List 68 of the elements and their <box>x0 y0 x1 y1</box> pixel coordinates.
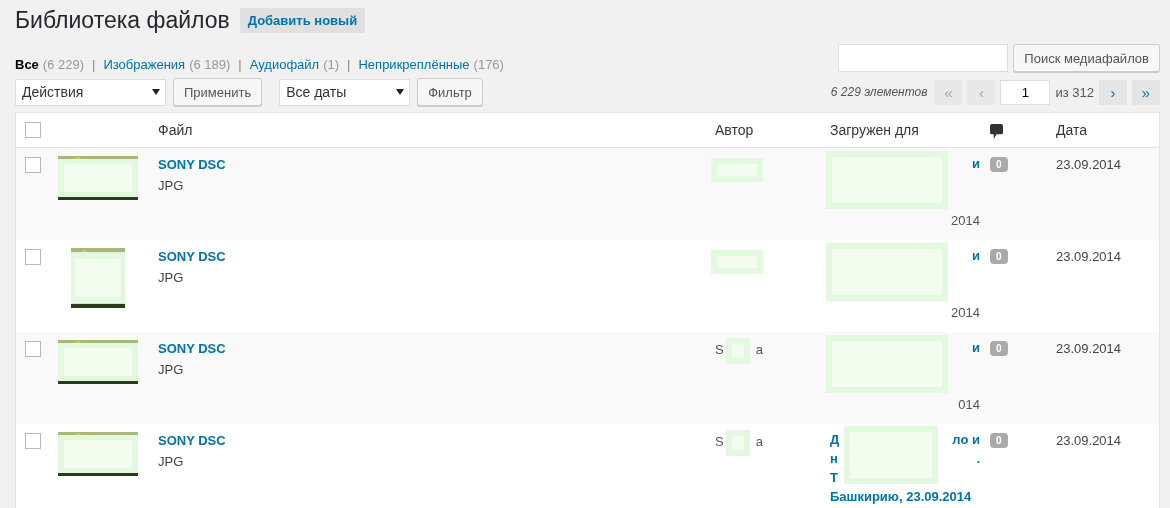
dropdown[interactable]: Все даты <box>279 78 411 106</box>
filter-count: (1) <box>323 57 340 72</box>
file-title-link[interactable]: SONY DSC <box>158 433 226 448</box>
dropdown[interactable]: Действия <box>15 78 166 106</box>
search-button[interactable]: Поиск медиафайлов <box>1013 44 1160 72</box>
file-type: JPG <box>158 362 184 377</box>
uploaded-to-text[interactable]: ло и <box>952 430 980 449</box>
search-field[interactable] <box>838 44 1009 72</box>
last-page-button[interactable]: » <box>1132 79 1160 105</box>
filter-count: (176) <box>473 57 504 72</box>
date-cell-text: 23.09.2014 <box>1056 340 1123 356</box>
comment-icon[interactable] <box>990 123 1003 139</box>
author-link[interactable]: S <box>715 432 724 451</box>
uploaded-to-text[interactable]: Т <box>830 468 838 487</box>
author-link[interactable]: a <box>755 432 763 451</box>
file-title-link[interactable]: SONY DSC <box>158 249 226 264</box>
column-header[interactable]: Дата <box>1056 122 1087 138</box>
date-cell-text: 23.09.2014 <box>1056 248 1123 264</box>
separator: | <box>92 57 96 72</box>
author-link[interactable]: a <box>755 340 763 359</box>
filter-count: (6 229) <box>42 57 85 72</box>
uploaded-to-text[interactable]: Башкирию, 23.09.2014 <box>830 487 972 506</box>
date-cell-text: 23.09.2014 <box>1056 156 1123 172</box>
page-title: Библиотека файлов <box>15 6 230 34</box>
filter-count: (6 189) <box>189 57 231 72</box>
file-type: JPG <box>158 270 184 285</box>
row-checkbox[interactable] <box>25 249 41 265</box>
uploaded-to-text[interactable]: и <box>972 338 980 357</box>
caret-icon <box>152 89 160 95</box>
row-checkbox[interactable] <box>25 157 41 173</box>
filter-link[interactable]: Изображения <box>103 57 186 72</box>
file-title-link[interactable]: SONY DSC <box>158 157 226 172</box>
next-page-button[interactable]: › <box>1099 79 1127 105</box>
column-header[interactable]: Файл <box>158 122 193 138</box>
uploaded-to-text[interactable]: и <box>972 154 980 173</box>
uploaded-to-text: 2014 <box>951 212 980 230</box>
column-header[interactable]: Загружен для <box>830 122 919 138</box>
file-type: JPG <box>158 454 184 469</box>
redaction-box <box>711 250 763 274</box>
uploaded-to-text: 2014 <box>951 304 980 322</box>
page-field[interactable]: 1 <box>1000 79 1051 105</box>
uploaded-to-text: 014 <box>958 396 980 414</box>
file-type: JPG <box>158 178 184 193</box>
author-link[interactable]: S <box>715 340 724 359</box>
filter-button[interactable]: Фильтр <box>417 78 483 106</box>
date-cell-text: 23.09.2014 <box>1056 432 1123 448</box>
filter-link[interactable]: Все <box>15 57 39 72</box>
column-header[interactable]: Автор <box>715 122 754 138</box>
separator: | <box>238 57 242 72</box>
separator: | <box>347 57 351 72</box>
item-count: 6 229 элементов <box>830 85 928 99</box>
total-pages: из 312 <box>1055 84 1094 100</box>
select-all-checkbox[interactable] <box>25 122 41 138</box>
redaction-box <box>726 430 750 456</box>
apply-button[interactable]: Применить <box>173 78 263 106</box>
row-checkbox[interactable] <box>25 341 41 357</box>
row-checkbox[interactable] <box>25 433 41 449</box>
add-new-button[interactable]: Добавить новый <box>239 7 366 33</box>
redaction-box <box>711 158 763 182</box>
redaction-box <box>726 338 750 364</box>
uploaded-to-text[interactable]: и <box>972 246 980 265</box>
file-title-link[interactable]: SONY DSC <box>158 341 226 356</box>
filter-link[interactable]: Аудиофайл <box>249 57 320 72</box>
uploaded-to-text[interactable]: . <box>976 449 980 468</box>
uploaded-to-text[interactable]: Д <box>830 430 840 449</box>
uploaded-to-text[interactable]: н <box>830 449 838 468</box>
caret-icon <box>396 89 405 95</box>
filter-link[interactable]: Неприкреплённые <box>358 57 470 72</box>
